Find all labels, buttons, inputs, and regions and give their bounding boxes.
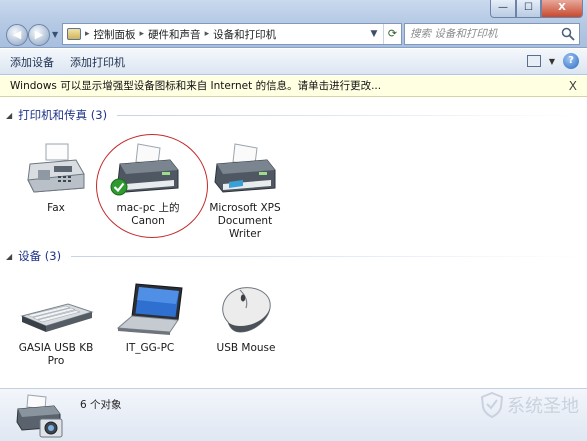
device-item-keyboard[interactable]: GASIA USB KB Pro [14, 282, 98, 368]
device-label: IT_GG-PC [125, 342, 175, 354]
search-placeholder: 搜索 设备和打印机 [410, 28, 498, 40]
watermark: 系统圣地 [481, 392, 579, 418]
breadcrumb-separator: ▸ [85, 29, 90, 39]
watermark-text: 系统圣地 [507, 396, 579, 417]
group-title-devices: 设备 (3) [18, 249, 62, 263]
change-view-icon[interactable] [526, 55, 541, 67]
device-item-laptop[interactable]: IT_GG-PC [108, 282, 192, 355]
search-input[interactable]: 搜索 设备和打印机 [404, 23, 580, 45]
device-label: USB Mouse [216, 342, 276, 354]
add-device-button[interactable]: 添加设备 [10, 54, 54, 70]
collapse-arrow-icon[interactable]: ◢ [6, 252, 12, 261]
group-divider [117, 114, 581, 116]
view-dropdown-icon[interactable]: ▼ [549, 57, 555, 66]
laptop-icon [116, 283, 183, 335]
breadcrumb-hardware-sound[interactable]: 硬件和声音 [148, 27, 201, 42]
device-label: Microsoft XPS Document Writer [209, 202, 281, 240]
close-button[interactable]: X [541, 0, 583, 18]
shield-logo-icon [481, 392, 503, 418]
window-title-bar: — ☐ X ◀ ▶ ▼ ▸ 控制面板 ▸ 硬件和声音 ▸ 设备和打印机 ▼ ⟳ … [0, 0, 587, 48]
minimize-button[interactable]: — [490, 0, 516, 18]
breadcrumb-devices-printers[interactable]: 设备和打印机 [213, 27, 276, 42]
help-icon[interactable]: ? [563, 53, 579, 69]
group-header-devices[interactable]: ◢ 设备 (3) [6, 247, 581, 265]
breadcrumb-separator: ▸ [139, 29, 145, 39]
fax-icon [27, 143, 85, 193]
devices-printers-icon [16, 394, 63, 438]
mouse-icon [222, 287, 271, 333]
info-bar-close-icon[interactable]: X [569, 76, 577, 96]
window-controls: — ☐ X [490, 0, 583, 18]
printer-icon [214, 143, 276, 193]
breadcrumb-separator: ▸ [204, 29, 210, 39]
control-panel-icon [67, 28, 81, 40]
breadcrumb-control-panel[interactable]: 控制面板 [94, 27, 136, 42]
add-printer-button[interactable]: 添加打印机 [70, 54, 125, 70]
device-item-fax[interactable]: Fax [14, 142, 98, 215]
group-header-printers[interactable]: ◢ 打印机和传真 (3) [6, 106, 581, 124]
view-controls: ▼ ? [526, 53, 579, 69]
device-label: Fax [47, 202, 65, 214]
maximize-button[interactable]: ☐ [516, 0, 541, 18]
address-bar[interactable]: ▸ 控制面板 ▸ 硬件和声音 ▸ 设备和打印机 ▼ ⟳ [62, 23, 402, 45]
search-icon [561, 27, 575, 41]
device-label: GASIA USB KB Pro [18, 342, 94, 367]
keyboard-icon [20, 303, 94, 332]
group-divider [71, 255, 581, 257]
address-dropdown-icon[interactable]: ▼ [367, 24, 381, 44]
info-bar[interactable]: Windows 可以显示增强型设备图标和来自 Internet 的信息。请单击进… [0, 76, 587, 97]
group-title-printers: 打印机和传真 (3) [18, 108, 108, 122]
recent-pages-dropdown[interactable]: ▼ [52, 30, 58, 39]
device-item-mouse[interactable]: USB Mouse [204, 282, 288, 355]
forward-button[interactable]: ▶ [28, 24, 50, 46]
collapse-arrow-icon[interactable]: ◢ [6, 111, 12, 120]
back-button[interactable]: ◀ [6, 24, 28, 46]
info-bar-message: Windows 可以显示增强型设备图标和来自 Internet 的信息。请单击进… [10, 80, 382, 92]
highlight-circle [96, 134, 208, 238]
refresh-icon[interactable]: ⟳ [383, 24, 401, 44]
object-count: 6 个对象 [80, 399, 122, 411]
device-item-xps-writer[interactable]: Microsoft XPS Document Writer [203, 142, 287, 241]
command-bar: 添加设备 添加打印机 ▼ ? [0, 49, 587, 75]
